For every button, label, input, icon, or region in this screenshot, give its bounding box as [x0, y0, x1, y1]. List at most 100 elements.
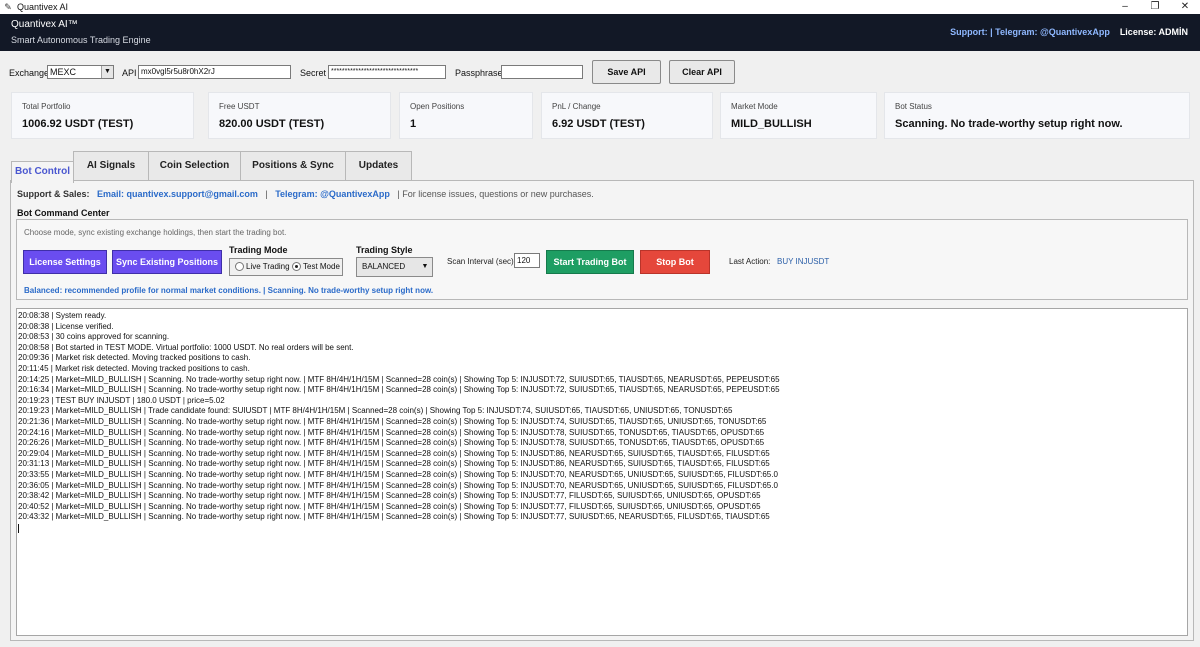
stat-card-pnl: PnL / Change 6.92 USDT (TEST)	[541, 92, 713, 139]
header-support-link[interactable]: Support: | Telegram: @QuantivexApp	[950, 27, 1110, 37]
live-trading-label: Live Trading	[246, 262, 290, 271]
log-line: 20:14:25 | Market=MILD_BULLISH | Scannin…	[18, 374, 780, 384]
app-header: Quantivex AI™ Smart Autonomous Trading E…	[0, 14, 1200, 51]
api-settings-row: Exchange MEXC ▼ API mx0vgl5r5u8r0hX2rJ S…	[0, 58, 1200, 88]
support-telegram-link[interactable]: Telegram: @QuantivexApp	[275, 189, 390, 199]
command-center-title: Bot Command Center	[17, 208, 110, 218]
live-trading-radio[interactable]: Live Trading	[235, 262, 290, 271]
stat-value: MILD_BULLISH	[731, 118, 812, 130]
scan-interval-input[interactable]: 120	[514, 253, 540, 268]
window-controls: – ❐ ✕	[1110, 0, 1200, 14]
passphrase-label: Passphrase	[455, 68, 503, 78]
tab-updates[interactable]: Updates	[345, 151, 412, 181]
trading-style-value: BALANCED	[362, 262, 406, 271]
text-caret	[18, 523, 19, 533]
header-right: Support: | Telegram: @QuantivexApp Licen…	[950, 27, 1188, 37]
trading-style-label: Trading Style	[356, 245, 413, 255]
header-license: License: ADMİN	[1119, 27, 1188, 37]
save-api-button[interactable]: Save API	[592, 60, 661, 84]
stat-label: PnL / Change	[552, 102, 601, 111]
stat-value: Scanning. No trade-worthy setup right no…	[895, 118, 1123, 130]
scan-interval-label: Scan Interval (sec)	[447, 257, 514, 266]
stat-card-market-mode: Market Mode MILD_BULLISH	[720, 92, 877, 139]
tab-bot-control[interactable]: Bot Control	[11, 161, 74, 183]
test-mode-radio[interactable]: Test Mode	[292, 262, 340, 271]
log-line: 20:33:55 | Market=MILD_BULLISH | Scannin…	[18, 469, 778, 479]
log-line: 20:08:38 | License verified.	[18, 321, 114, 331]
stat-value: 820.00 USDT (TEST)	[219, 118, 325, 130]
stat-label: Open Positions	[410, 102, 465, 111]
radio-selected-icon	[292, 262, 301, 271]
secret-input[interactable]: ********************************	[328, 65, 446, 79]
stat-label: Free USDT	[219, 102, 260, 111]
trading-mode-group: Live Trading Test Mode	[229, 258, 343, 276]
window-titlebar: ✎ Quantivex AI – ❐ ✕	[0, 0, 1200, 14]
stat-label: Market Mode	[731, 102, 778, 111]
stat-label: Total Portfolio	[22, 102, 71, 111]
last-action-value: BUY INJUSDT	[777, 257, 830, 266]
log-line: 20:19:23 | TEST BUY INJUSDT | 180.0 USDT…	[18, 395, 225, 405]
exchange-select-value: MEXC	[50, 67, 77, 77]
app-feather-icon: ✎	[4, 2, 12, 12]
bot-control-panel: Support & Sales: Email: quantivex.suppor…	[10, 180, 1194, 641]
sync-positions-button[interactable]: Sync Existing Positions	[112, 250, 222, 274]
tab-coin-selection[interactable]: Coin Selection	[148, 151, 241, 181]
stat-value: 6.92 USDT (TEST)	[552, 118, 645, 130]
passphrase-input[interactable]	[501, 65, 583, 79]
log-line: 20:16:34 | Market=MILD_BULLISH | Scannin…	[18, 385, 780, 395]
log-line: 20:08:53 | 30 coins approved for scannin…	[18, 332, 170, 342]
log-line: 20:11:45 | Market risk detected. Moving …	[18, 363, 250, 373]
log-line: 20:24:16 | Market=MILD_BULLISH | Scannin…	[18, 427, 765, 437]
stat-card-free-usdt: Free USDT 820.00 USDT (TEST)	[208, 92, 391, 139]
log-line: 20:43:32 | Market=MILD_BULLISH | Scannin…	[18, 512, 770, 522]
close-icon[interactable]: ✕	[1170, 0, 1200, 14]
tab-ai-signals[interactable]: AI Signals	[73, 151, 149, 181]
command-center-hint: Choose mode, sync existing exchange hold…	[24, 228, 287, 237]
trading-mode-label: Trading Mode	[229, 245, 288, 255]
minimize-icon[interactable]: –	[1110, 0, 1140, 14]
api-label: API	[122, 68, 137, 78]
command-status-line: Balanced: recommended profile for normal…	[24, 286, 434, 295]
license-settings-button[interactable]: License Settings	[23, 250, 107, 274]
support-note: | For license issues, questions or new p…	[397, 189, 594, 199]
radio-unselected-icon	[235, 262, 244, 271]
log-line: 20:38:42 | Market=MILD_BULLISH | Scannin…	[18, 491, 761, 501]
activity-log[interactable]: 20:08:38 | System ready. 20:08:38 | Lice…	[16, 308, 1188, 636]
log-line: 20:36:05 | Market=MILD_BULLISH | Scannin…	[18, 480, 778, 490]
command-center-box: Choose mode, sync existing exchange hold…	[16, 219, 1188, 300]
api-key-input[interactable]: mx0vgl5r5u8r0hX2rJ	[138, 65, 291, 79]
stat-value: 1	[410, 118, 417, 130]
stop-bot-button[interactable]: Stop Bot	[640, 250, 710, 274]
separator: |	[265, 189, 268, 199]
stat-card-bot-status: Bot Status Scanning. No trade-worthy set…	[884, 92, 1190, 139]
exchange-select[interactable]: MEXC ▼	[47, 65, 114, 79]
start-trading-bot-button[interactable]: Start Trading Bot	[546, 250, 634, 274]
log-line: 20:08:58 | Bot started in TEST MODE. Vir…	[18, 342, 354, 352]
stat-value: 1006.92 USDT (TEST)	[22, 118, 134, 130]
log-line: 20:19:23 | Market=MILD_BULLISH | Trade c…	[18, 406, 733, 416]
support-sales-line: Support & Sales: Email: quantivex.suppor…	[17, 189, 594, 199]
trading-style-select[interactable]: BALANCED ▼	[356, 257, 433, 277]
secret-label: Secret	[300, 68, 327, 78]
support-sales-label: Support & Sales:	[17, 189, 90, 199]
chevron-down-icon: ▼	[101, 66, 113, 78]
stat-card-open-positions: Open Positions 1	[399, 92, 533, 139]
restore-icon[interactable]: ❐	[1140, 0, 1170, 14]
exchange-label: Exchange	[9, 68, 50, 78]
tab-positions-sync[interactable]: Positions & Sync	[240, 151, 346, 181]
stat-card-total-portfolio: Total Portfolio 1006.92 USDT (TEST)	[11, 92, 194, 139]
log-line: 20:09:36 | Market risk detected. Moving …	[18, 353, 251, 363]
log-line: 20:21:36 | Market=MILD_BULLISH | Scannin…	[18, 416, 767, 426]
log-line: 20:08:38 | System ready.	[18, 311, 107, 320]
chevron-down-icon: ▼	[421, 263, 429, 270]
last-action-label: Last Action:	[729, 257, 771, 266]
window-title: Quantivex AI	[17, 2, 69, 12]
stat-label: Bot Status	[895, 102, 932, 111]
clear-api-button[interactable]: Clear API	[669, 60, 735, 84]
app-subtitle: Smart Autonomous Trading Engine	[11, 35, 151, 45]
log-line: 20:26:26 | Market=MILD_BULLISH | Scannin…	[18, 438, 765, 448]
log-line: 20:40:52 | Market=MILD_BULLISH | Scannin…	[18, 501, 761, 511]
app-name: Quantivex AI™	[11, 19, 78, 30]
log-line: 20:31:13 | Market=MILD_BULLISH | Scannin…	[18, 459, 770, 469]
support-email-link[interactable]: Email: quantivex.support@gmail.com	[97, 189, 258, 199]
